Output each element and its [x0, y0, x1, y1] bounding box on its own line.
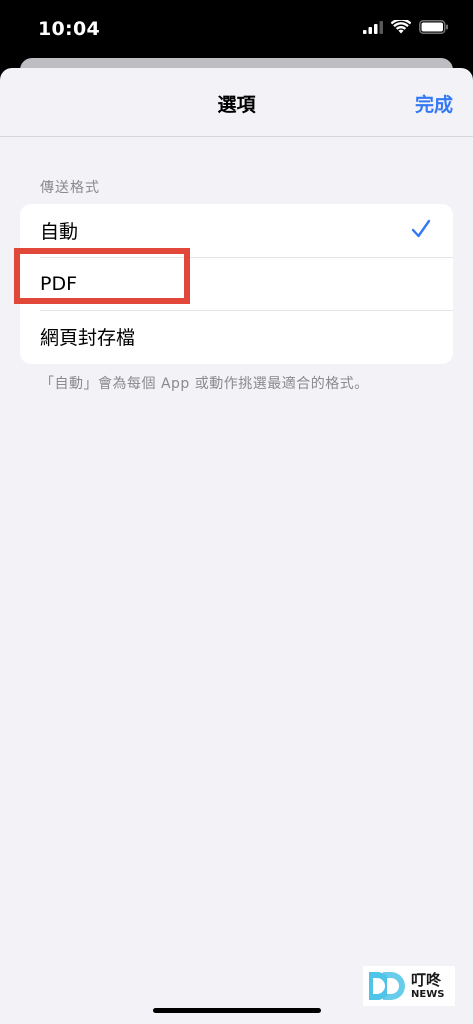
- section-header: 傳送格式: [40, 180, 100, 196]
- option-auto[interactable]: 自動: [20, 204, 453, 257]
- home-indicator[interactable]: [153, 1008, 321, 1013]
- status-icons: [363, 20, 449, 34]
- option-pdf[interactable]: PDF: [20, 257, 453, 310]
- status-time: 10:04: [38, 18, 100, 40]
- checkmark-icon: [411, 219, 431, 238]
- cellular-signal-icon: [363, 20, 383, 34]
- option-label: 自動: [40, 221, 79, 243]
- option-label: PDF: [40, 272, 78, 295]
- battery-icon: [419, 20, 448, 34]
- option-web-archive[interactable]: 網頁封存檔: [20, 310, 453, 363]
- options-sheet: 選項 完成 傳送格式 自動 PDF 網頁封存檔 「自動」會為每個 App 或動作…: [0, 68, 473, 1024]
- phone-screen: 10:04 選項 完成 傳送格式 自動 PDF 網頁封存檔 「自動」會為每個 A…: [0, 0, 473, 1024]
- option-label: 網頁封存檔: [40, 327, 136, 349]
- watermark-name-cn: 叮咚: [411, 970, 442, 989]
- done-button[interactable]: 完成: [415, 90, 453, 117]
- watermark-logo: 叮咚 NEWS: [363, 966, 455, 1006]
- format-options-list: 自動 PDF 網頁封存檔: [20, 204, 453, 364]
- watermark-name-en: NEWS: [411, 988, 445, 1000]
- page-title: 選項: [217, 94, 256, 116]
- navigation-bar: 選項 完成: [0, 68, 473, 137]
- status-bar: 10:04: [0, 0, 473, 58]
- dingdong-logo-icon: [369, 972, 405, 1000]
- wifi-icon: [391, 20, 411, 34]
- section-footer: 「自動」會為每個 App 或動作挑選最適合的格式。: [40, 376, 369, 392]
